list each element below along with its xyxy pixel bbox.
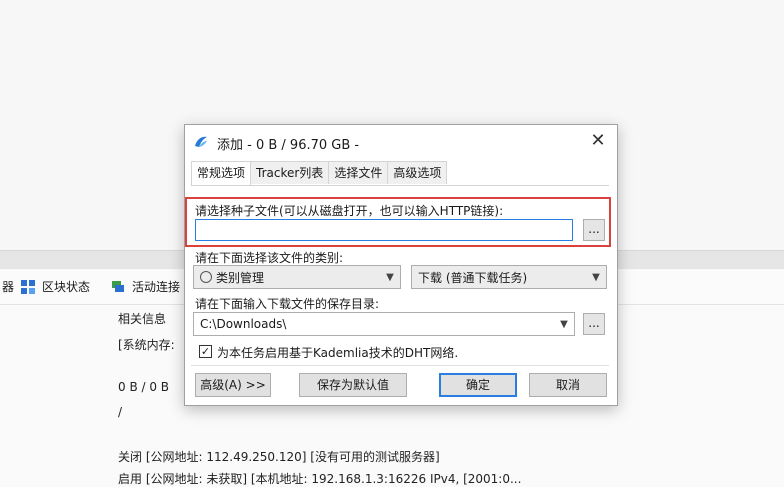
blocks-icon	[21, 279, 35, 294]
chevron-down-icon: ▼	[592, 271, 600, 283]
tab-tracker-list[interactable]: Tracker列表	[250, 161, 330, 184]
tab-bar: 常规选项 Tracker列表 选择文件 高级选项	[191, 161, 448, 185]
network-icon	[112, 280, 124, 292]
log-line: 关闭 [公网地址: 112.49.250.120] [没有可用的测试服务器]	[118, 450, 440, 464]
log-line: 启用 [公网地址: 未获取] [本机地址: 192.168.1.3:16226 …	[118, 472, 522, 486]
download-type-select[interactable]: 下载 (普通下载任务) ▼	[411, 265, 607, 289]
ok-button[interactable]: 确定	[439, 373, 517, 397]
dht-checkbox[interactable]: ✓	[199, 345, 212, 358]
save-dir-value: C:\Downloads\	[200, 317, 287, 331]
tab-select-files[interactable]: 选择文件	[328, 161, 389, 184]
speed-value: 0 B / 0 B	[118, 380, 170, 394]
category-value: 类别管理	[216, 270, 265, 285]
tab-general[interactable]: 常规选项	[191, 161, 252, 185]
dialog-title: 添加 - 0 B / 96.70 GB -	[217, 138, 360, 153]
download-type-value: 下载 (普通下载任务)	[418, 270, 528, 285]
chevron-down-icon: ▼	[560, 318, 568, 330]
toolbar-item-fragment[interactable]: 器	[2, 278, 14, 295]
active-connections-label: 活动连接	[132, 280, 181, 294]
toolbar-item-block-status[interactable]: 区块状态	[20, 278, 90, 295]
save-dir-label: 请在下面输入下载文件的保存目录:	[195, 297, 380, 311]
dialog-titlebar[interactable]: 添加 - 0 B / 96.70 GB - ✕	[185, 125, 617, 157]
chevron-down-icon: ▼	[386, 271, 394, 283]
torrent-browse-button[interactable]: ...	[583, 219, 605, 241]
save-dir-browse-button[interactable]: ...	[583, 313, 605, 335]
tab-advanced[interactable]: 高级选项	[387, 161, 448, 184]
slash-value: /	[118, 405, 123, 419]
footer-divider	[191, 365, 609, 366]
block-status-label: 区块状态	[42, 280, 91, 294]
toolbar-item-active-connections[interactable]: 活动连接	[110, 278, 180, 295]
toolbar-fragment-label: 器	[2, 280, 15, 294]
related-info-label: 相关信息	[118, 312, 167, 326]
category-select[interactable]: 类别管理 ▼	[193, 265, 401, 289]
save-dir-combo[interactable]: C:\Downloads\ ▼	[193, 312, 575, 336]
close-button[interactable]: ✕	[585, 129, 611, 153]
app-logo-icon	[195, 136, 207, 147]
advanced-button[interactable]: 高级(A) >>	[195, 373, 271, 397]
close-icon: ✕	[590, 130, 606, 151]
torrent-file-label: 请选择种子文件(可以从磁盘打开，也可以输入HTTP链接):	[195, 204, 504, 218]
add-task-dialog: 添加 - 0 B / 96.70 GB - ✕ 常规选项 Tracker列表 选…	[184, 124, 618, 406]
system-memory-label: [系统内存:	[118, 338, 175, 352]
dht-checkbox-label: 为本任务启用基于Kademlia技术的DHT网络.	[217, 346, 459, 360]
save-default-button[interactable]: 保存为默认值	[299, 373, 407, 397]
tab-divider	[191, 185, 609, 186]
cancel-button[interactable]: 取消	[529, 373, 607, 397]
torrent-file-input[interactable]	[195, 219, 573, 241]
category-label: 请在下面选择该文件的类别:	[195, 251, 344, 265]
